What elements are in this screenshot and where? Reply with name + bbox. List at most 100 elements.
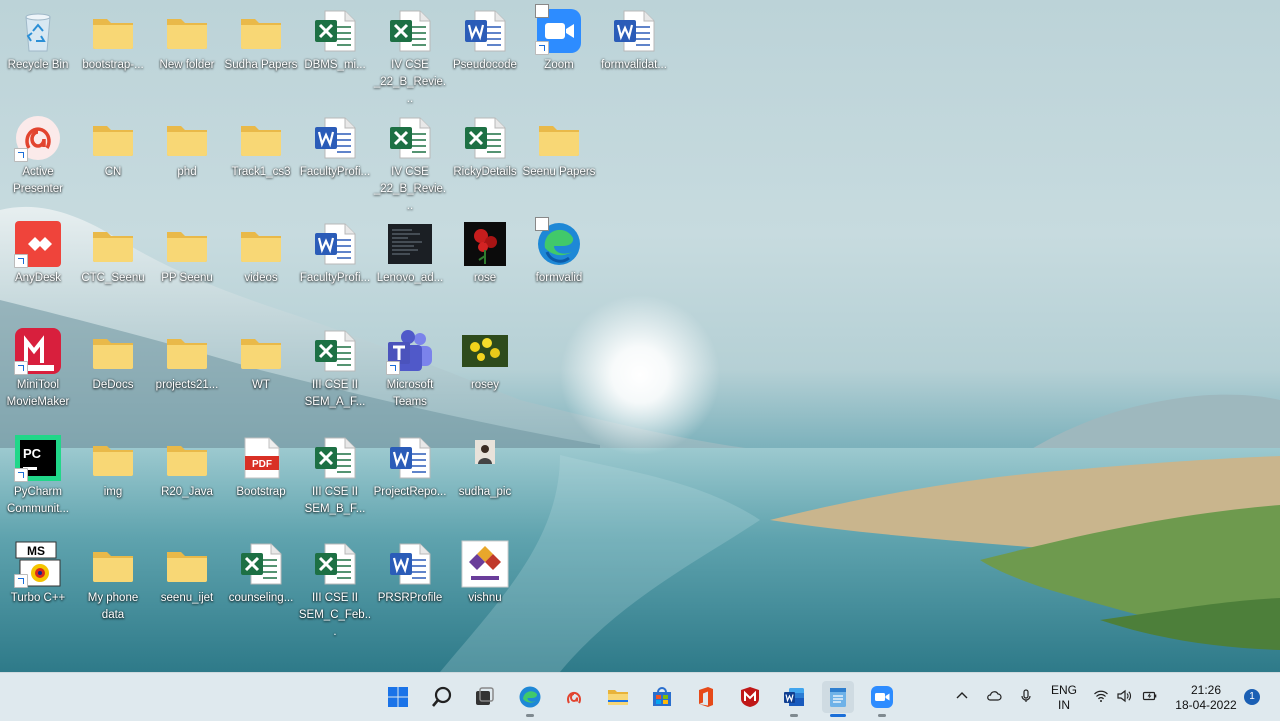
taskbar-office-button[interactable] xyxy=(690,681,722,713)
desktop-icon[interactable]: R20_Java xyxy=(149,430,225,530)
selection-checkbox-icon[interactable] xyxy=(535,217,549,231)
desktop-icon[interactable]: III CSE II SEM_A_F... xyxy=(297,323,373,423)
desktop-icon[interactable]: formvalid xyxy=(521,216,597,316)
desktop-icon-label: img xyxy=(103,486,123,498)
microphone-tray-icon[interactable] xyxy=(1015,685,1037,707)
desktop-icon[interactable]: PP Seenu xyxy=(149,216,225,316)
folder-icon xyxy=(163,540,211,588)
edge-browser-icon xyxy=(518,685,542,709)
desktop-icon[interactable]: MS Turbo C++ xyxy=(0,536,76,636)
teams-app-icon xyxy=(386,327,434,375)
desktop-icon[interactable]: New folder xyxy=(149,3,225,103)
taskbar-word-button[interactable] xyxy=(778,681,810,717)
edge-html-file-icon xyxy=(535,217,583,268)
desktop-icon-label: vishnu xyxy=(468,592,502,604)
desktop-icon[interactable]: vishnu xyxy=(447,536,523,636)
desktop-icon[interactable]: III CSE II SEM_C_Feb... xyxy=(297,536,373,638)
desktop-icon[interactable]: PRSRProfile xyxy=(372,536,448,636)
desktop-icon[interactable]: RickyDetails xyxy=(447,110,523,210)
desktop-icon[interactable]: Sudha Papers xyxy=(223,3,299,103)
excel-file-icon xyxy=(386,114,434,162)
desktop-icon[interactable]: sudha_pic xyxy=(447,430,523,530)
notification-badge[interactable]: 1 xyxy=(1244,689,1260,705)
desktop-icon-label: Microsoft Teams xyxy=(386,379,434,408)
wifi-icon xyxy=(1094,690,1108,702)
desktop-icon[interactable]: PC PyCharm Communit... xyxy=(0,430,76,530)
minitool-moviemaker-icon xyxy=(14,327,62,375)
search-icon xyxy=(430,685,454,709)
desktop-icon[interactable]: DeDocs xyxy=(75,323,151,423)
taskbar-edge-button[interactable] xyxy=(514,681,546,717)
show-hidden-icons-chevron[interactable] xyxy=(951,685,973,707)
input-language-indicator[interactable]: ENG IN xyxy=(1044,683,1084,713)
desktop-icon[interactable]: seenu_ijet xyxy=(149,536,225,636)
desktop-icon-label: PyCharm Communit... xyxy=(7,486,69,515)
desktop-icon[interactable]: IV CSE _22_B_Revie... xyxy=(372,110,448,212)
screenshot-image-icon xyxy=(386,220,434,268)
taskbar-file-explorer-button[interactable] xyxy=(602,681,634,713)
desktop-icon[interactable]: MiniTool MovieMaker xyxy=(0,323,76,423)
taskbar-notepad-button[interactable] xyxy=(822,681,854,717)
desktop-icon[interactable]: videos xyxy=(223,216,299,316)
desktop-icon[interactable]: CN xyxy=(75,110,151,210)
volume-tray-icon[interactable] xyxy=(1113,685,1135,707)
desktop-icon[interactable]: FacultyProfi... xyxy=(297,110,373,210)
desktop-icon[interactable]: My phone data xyxy=(75,536,151,636)
word-file-icon xyxy=(311,114,359,162)
desktop-icon[interactable]: CTC_Seenu xyxy=(75,216,151,316)
svg-text:MS: MS xyxy=(27,544,45,558)
desktop-icon[interactable]: bootstrap-... xyxy=(75,3,151,103)
notepad-icon xyxy=(826,685,850,709)
desktop-icon[interactable]: Track1_cs3 xyxy=(223,110,299,210)
desktop-icon[interactable]: FacultyProfi... xyxy=(297,216,373,316)
desktop-icon-label: DeDocs xyxy=(92,379,134,391)
desktop-icon-label: seenu_ijet xyxy=(160,592,214,604)
region-code: IN xyxy=(1058,698,1070,712)
taskbar-active-presenter-button[interactable] xyxy=(558,681,590,713)
taskbar-task-view-button[interactable] xyxy=(468,681,500,713)
desktop-icon[interactable]: Recycle Bin xyxy=(0,3,76,103)
desktop-icon-label: sudha_pic xyxy=(458,486,512,498)
desktop-icon[interactable]: formvalidat... xyxy=(596,3,672,103)
desktop-icon[interactable]: IV CSE _22_B_Revie... xyxy=(372,3,448,105)
taskbar-mcafee-button[interactable] xyxy=(734,681,766,713)
desktop-icon[interactable]: PDF Bootstrap xyxy=(223,430,299,530)
clock-time: 21:26 xyxy=(1190,683,1222,697)
desktop-icon-label: RickyDetails xyxy=(453,166,517,178)
desktop-icon[interactable]: Seenu Papers xyxy=(521,110,597,210)
desktop-icon[interactable]: phd xyxy=(149,110,225,210)
desktop-icon[interactable]: Zoom xyxy=(521,3,597,103)
desktop-icon[interactable]: DBMS_mi... xyxy=(297,3,373,103)
desktop-icon[interactable]: Pseudocode xyxy=(447,3,523,103)
vishnu-logo-image-icon xyxy=(461,540,509,588)
desktop-icon-label: IV CSE _22_B_Revie... xyxy=(373,59,447,105)
desktop-icon[interactable]: III CSE II SEM_B_F... xyxy=(297,430,373,530)
desktop-icon[interactable]: WT xyxy=(223,323,299,423)
folder-icon xyxy=(163,114,211,162)
desktop-icon-label: III CSE II SEM_C_Feb... xyxy=(298,592,372,638)
desktop-icon[interactable]: rosey xyxy=(447,323,523,423)
folder-icon xyxy=(163,327,211,375)
battery-tray-icon[interactable] xyxy=(1139,685,1161,707)
selection-checkbox-icon[interactable] xyxy=(535,4,549,18)
taskbar-start-button[interactable] xyxy=(382,681,414,713)
desktop-icon[interactable]: rose xyxy=(447,216,523,316)
clock[interactable]: 21:26 18-04-2022 xyxy=(1166,683,1246,713)
desktop-icon[interactable]: ProjectRepo... xyxy=(372,430,448,530)
desktop-icon-label: DBMS_mi... xyxy=(304,59,366,71)
desktop-icon[interactable]: Active Presenter xyxy=(0,110,76,210)
excel-file-icon xyxy=(311,7,359,55)
word-app-icon xyxy=(782,685,806,709)
taskbar-microsoft-store-button[interactable] xyxy=(646,681,678,713)
desktop-icon[interactable]: Lenovo_ad... xyxy=(372,216,448,316)
desktop-icon[interactable]: projects21... xyxy=(149,323,225,423)
taskbar-search-button[interactable] xyxy=(426,681,458,713)
taskbar-zoom-button[interactable] xyxy=(866,681,898,717)
desktop-icon[interactable]: counseling... xyxy=(223,536,299,636)
wifi-tray-icon[interactable] xyxy=(1090,685,1112,707)
desktop-icon[interactable]: AnyDesk xyxy=(0,216,76,316)
desktop-icon[interactable]: img xyxy=(75,430,151,530)
store-icon xyxy=(650,685,674,709)
onedrive-tray-icon[interactable] xyxy=(983,685,1005,707)
desktop-icon[interactable]: Microsoft Teams xyxy=(372,323,448,423)
